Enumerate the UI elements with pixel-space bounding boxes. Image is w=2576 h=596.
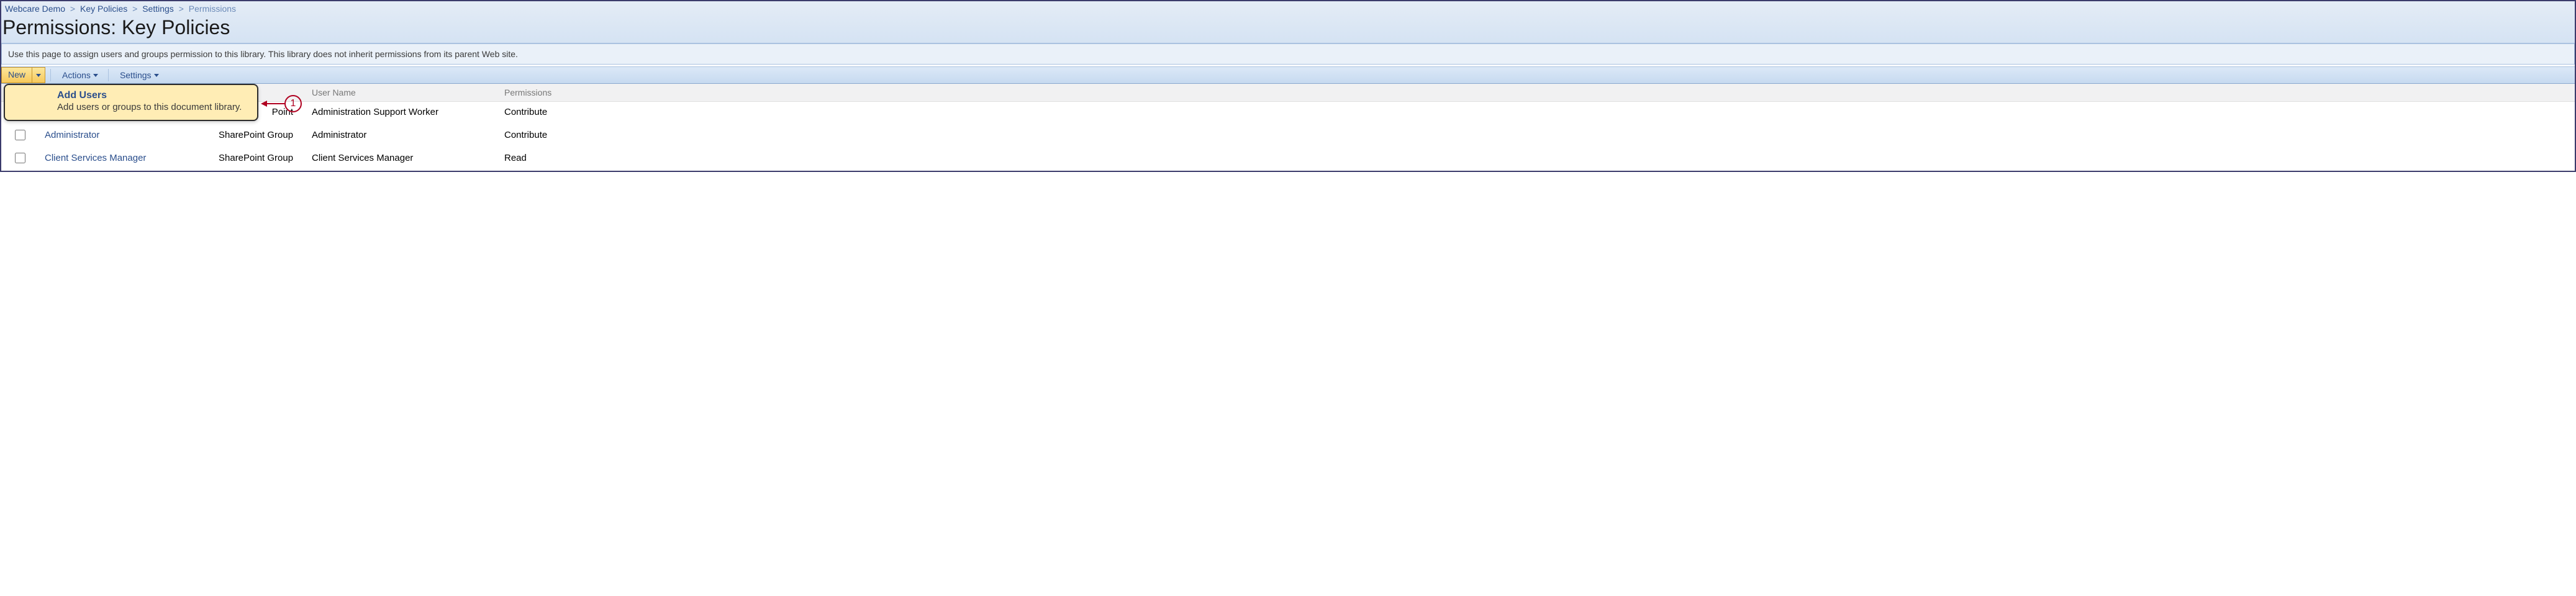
type-cell: SharePoint Group [212,125,306,148]
breadcrumb-sep: > [179,4,184,14]
username-cell: Administration Support Worker [306,102,498,125]
usergroup-link[interactable]: Client Services Manager [45,153,146,163]
table-row: Administrator SharePoint Group Administr… [1,125,2575,148]
actions-label: Actions [62,70,91,80]
table-row: Administration Support Worker Point Admi… [1,102,2575,125]
breadcrumb-current: Permissions [189,4,236,14]
arrow-left-icon [261,97,286,110]
callout-annotation: 1 [261,95,302,112]
new-button[interactable]: New [1,67,32,83]
toolbar-separator [108,69,109,81]
add-users-menu-item-title: Add Users [57,90,250,101]
page-title: Permissions: Key Policies [1,16,2575,43]
username-cell: Administrator [306,125,498,148]
chevron-down-icon [36,74,41,77]
actions-menu[interactable]: Actions [57,67,103,83]
username-cell: Client Services Manager [306,148,498,171]
usergroup-link[interactable]: Administrator [45,130,99,140]
new-dropdown-menu[interactable]: Add Users Add users or groups to this do… [4,84,258,121]
toolbar-separator [50,69,51,81]
type-cell: SharePoint Group [212,148,306,171]
toolbar: New Actions Settings [1,66,2575,84]
permissions-cell: Contribute [498,125,2575,148]
column-header-permissions[interactable]: Permissions [498,84,2575,102]
breadcrumb: Webcare Demo > Key Policies > Settings >… [1,1,2575,16]
settings-label: Settings [120,70,152,80]
permissions-cell: Contribute [498,102,2575,125]
breadcrumb-link[interactable]: Key Policies [80,4,127,14]
permissions-cell: Read [498,148,2575,171]
breadcrumb-link[interactable]: Settings [142,4,174,14]
page-description: Use this page to assign users and groups… [1,43,2575,65]
breadcrumb-sep: > [70,4,75,14]
breadcrumb-sep: > [132,4,137,14]
callout-number: 1 [284,95,302,112]
settings-menu[interactable]: Settings [115,67,164,83]
breadcrumb-link[interactable]: Webcare Demo [5,4,65,14]
new-dropdown-arrow[interactable] [32,67,45,83]
chevron-down-icon [154,74,159,77]
column-header-username[interactable]: User Name [306,84,498,102]
add-users-menu-item-desc: Add users or groups to this document lib… [57,101,250,114]
row-checkbox[interactable] [15,130,25,140]
chevron-down-icon [93,74,98,77]
table-row: Client Services Manager SharePoint Group… [1,148,2575,171]
permissions-table: Users/Groups Type User Name Permissions … [1,84,2575,171]
row-checkbox[interactable] [15,153,25,163]
